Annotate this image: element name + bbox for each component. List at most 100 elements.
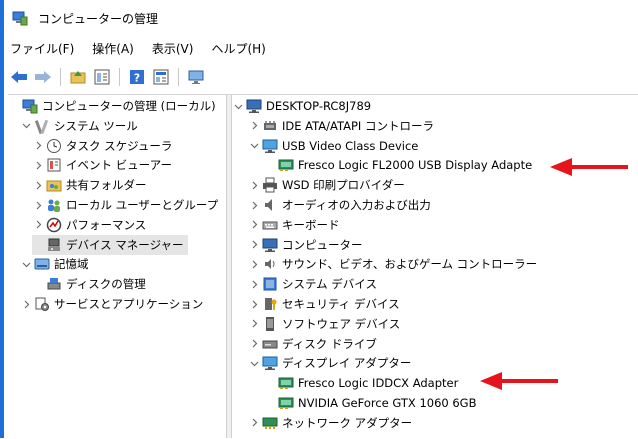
toolbar: ?	[10, 66, 205, 88]
expand-collapse-icon[interactable]	[248, 353, 260, 373]
device-tree-label: Fresco Logic FL2000 USB Display Adapte	[298, 158, 533, 173]
expand-chevron-icon[interactable]	[32, 136, 44, 156]
device-tree-label: システム デバイス	[282, 277, 377, 292]
device-tree-row[interactable]	[248, 433, 282, 438]
performance-icon	[46, 217, 62, 233]
expand-collapse-icon[interactable]	[20, 116, 32, 136]
up-folder-icon[interactable]	[69, 68, 87, 86]
device-tree-label: コンピューター	[282, 237, 363, 252]
expand-chevron-icon[interactable]	[248, 413, 260, 433]
device-tree-row[interactable]: IDE ATA/ATAPI コントローラ	[248, 116, 434, 136]
device-tree-row[interactable]: DESKTOP-RC8J789	[232, 96, 371, 116]
ide-controller-icon	[262, 118, 278, 134]
left-tree-row[interactable]: ローカル ユーザーとグループ	[32, 195, 218, 215]
device-tree-label: サウンド、ビデオ、およびゲーム コントローラー	[282, 257, 538, 272]
device-tree-row[interactable]: NVIDIA GeForce GTX 1060 6GB	[264, 393, 477, 413]
device-tree-row[interactable]: WSD 印刷プロバイダー	[248, 175, 405, 195]
expand-chevron-icon[interactable]	[248, 294, 260, 314]
clock-icon	[46, 138, 62, 154]
menu-view[interactable]: 表示(V)	[152, 40, 194, 58]
expand-chevron-icon[interactable]	[248, 175, 260, 195]
monitor-icon	[262, 355, 278, 371]
expand-collapse-icon[interactable]	[20, 254, 32, 274]
annotation-arrow-fl2000	[550, 158, 628, 176]
device-tree-row[interactable]: Fresco Logic IDDCX Adapter	[264, 373, 458, 393]
expand-chevron-icon[interactable]	[248, 274, 260, 294]
left-tree-label: サービスとアプリケーション	[54, 297, 204, 311]
left-tree-row[interactable]: 共有フォルダー	[32, 175, 147, 195]
device-tree-pane[interactable]: DESKTOP-RC8J789 IDE ATA/ATAPI コントローラ USB V…	[232, 95, 638, 438]
expand-collapse-icon[interactable]	[248, 136, 260, 156]
left-tree-row[interactable]: 記憶域	[20, 254, 89, 274]
svg-text:?: ?	[134, 72, 140, 85]
menu-help[interactable]: ヘルプ(H)	[211, 40, 265, 58]
device-tree-row[interactable]: サウンド、ビデオ、およびゲーム コントローラー	[248, 254, 537, 274]
properties-icon[interactable]	[152, 68, 170, 86]
device-tree-row[interactable]: キーボード	[248, 215, 340, 235]
users-icon	[46, 197, 62, 213]
device-tree-row[interactable]: ディスプレイ アダプター	[248, 353, 411, 373]
device-tree-row[interactable]: Fresco Logic FL2000 USB Display Adapte	[264, 155, 532, 175]
expand-chevron-icon[interactable]	[20, 294, 32, 314]
left-tree-row[interactable]: パフォーマンス	[32, 215, 146, 235]
network-adapter-icon	[262, 415, 278, 431]
monitor-icon	[262, 138, 278, 154]
device-tree-label: オーディオの入力および出力	[282, 198, 431, 212]
left-tree-row[interactable]: ディスクの管理	[32, 274, 146, 294]
left-tree-row[interactable]: イベント ビューアー	[32, 155, 172, 175]
expand-chevron-icon[interactable]	[248, 215, 260, 235]
expand-chevron-icon[interactable]	[248, 195, 260, 215]
computer-management-icon	[12, 10, 28, 26]
services-icon	[34, 296, 50, 312]
system-tools-icon	[34, 118, 50, 135]
left-tree-row[interactable]: デバイス マネージャー	[32, 234, 188, 255]
help-icon[interactable]: ?	[128, 68, 146, 86]
device-tree-row[interactable]: オーディオの入力および出力	[248, 195, 431, 215]
left-tree-row[interactable]: システム ツール	[20, 116, 138, 136]
partial-row-icon	[262, 435, 278, 438]
left-tree-label: デバイス マネージャー	[66, 237, 184, 252]
left-tree-row[interactable]: サービスとアプリケーション	[20, 294, 203, 314]
device-tree-row[interactable]: システム デバイス	[248, 274, 377, 294]
device-tree-row[interactable]: ディスク ドライブ	[248, 334, 377, 354]
device-tree-row[interactable]: USB Video Class Device	[248, 136, 418, 156]
expand-chevron-icon[interactable]	[248, 116, 260, 136]
expand-chevron-icon[interactable]	[248, 334, 260, 354]
left-tree-row[interactable]: タスク スケジューラ	[32, 136, 172, 156]
monitor-icon[interactable]	[187, 68, 205, 86]
device-tree-row[interactable]: ソフトウェア デバイス	[248, 314, 400, 334]
expand-chevron-icon[interactable]	[248, 254, 260, 274]
show-hide-tree-icon[interactable]	[93, 68, 111, 86]
expand-chevron-icon[interactable]	[32, 195, 44, 215]
expand-chevron-icon[interactable]	[32, 215, 44, 235]
device-tree-label: Fresco Logic IDDCX Adapter	[298, 376, 459, 391]
left-tree-pane[interactable]: コンピューターの管理 (ローカル) システム ツール タスク スケジューライベント …	[8, 95, 226, 438]
back-arrow-icon[interactable]	[10, 68, 28, 86]
device-tree-row[interactable]: コンピューター	[248, 235, 363, 255]
expand-chevron-icon[interactable]	[32, 175, 44, 195]
expand-chevron-icon[interactable]	[248, 433, 260, 438]
expand-chevron-icon[interactable]	[248, 235, 260, 255]
left-tree-label: イベント ビューアー	[66, 158, 173, 173]
device-tree-row[interactable]: セキュリティ デバイス	[248, 294, 400, 314]
left-tree-row[interactable]: コンピューターの管理 (ローカル)	[8, 96, 216, 116]
expand-chevron-icon[interactable]	[32, 155, 44, 175]
device-tree-label: キーボード	[282, 217, 340, 232]
disk-management-icon	[46, 276, 62, 292]
expand-collapse-icon[interactable]	[232, 96, 244, 116]
computer-management-icon	[22, 98, 38, 114]
computer-icon	[262, 237, 278, 253]
device-tree-label: ネットワーク アダプター	[282, 415, 413, 430]
left-tree-label: ローカル ユーザーとグループ	[66, 198, 219, 212]
menu-file[interactable]: ファイル(F)	[10, 40, 74, 58]
sound-icon	[262, 256, 278, 272]
display-adapter-icon	[278, 375, 294, 391]
menu-action[interactable]: 操作(A)	[92, 40, 134, 58]
forward-arrow-icon[interactable]	[34, 68, 52, 86]
expand-chevron-icon[interactable]	[248, 314, 260, 334]
device-tree-row[interactable]: ネットワーク アダプター	[248, 413, 412, 433]
